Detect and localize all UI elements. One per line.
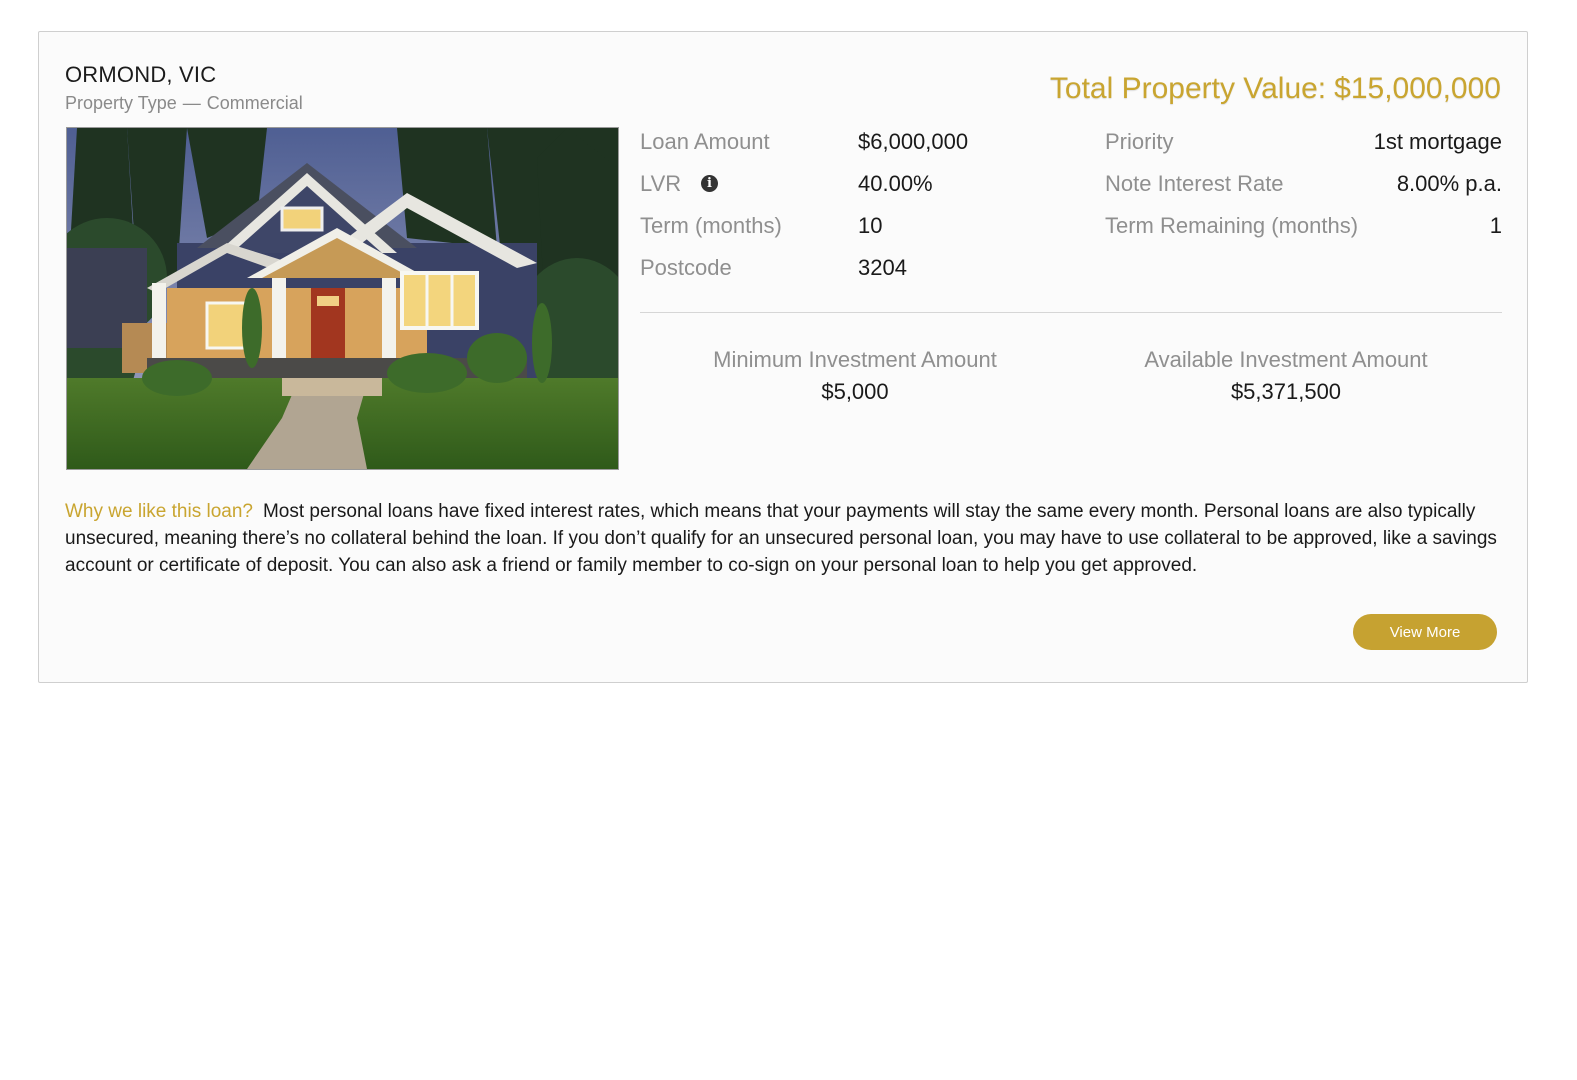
property-type-value: Commercial [206,93,303,113]
stat-label: Term Remaining (months) [1105,213,1359,238]
available-investment-label: Available Investment Amount [1144,347,1428,372]
why-we-like-text: Most personal loans have fixed interest … [65,501,1497,576]
property-type-dash: — [182,93,201,113]
stat-label: Priority [1105,129,1174,154]
property-type: Property Type — Commercial [65,93,303,114]
total-property-value-amount: $15,000,000 [1334,72,1501,105]
stat-interest-rate: Note Interest Rate 8.00% p.a. [1105,169,1502,211]
stat-label: Term (months) [640,213,782,238]
minimum-investment-value: $5,000 [821,379,889,404]
loan-listing-card: ORMOND, VIC Property Type — Commercial Tot… [38,31,1528,683]
minimum-investment-label: Minimum Investment Amount [713,347,997,372]
stat-value: 1st mortgage [1373,129,1502,154]
stat-value: $6,000,000 [858,129,969,154]
property-photo [66,127,619,470]
stat-term-remaining: Term Remaining (months) 1 [1105,211,1502,253]
view-more-button[interactable]: View More [1353,614,1497,650]
available-investment: Available Investment Amount $5,371,500 [1070,344,1502,408]
property-type-label: Property Type [65,93,177,113]
stat-value: 1 [1489,213,1502,238]
minimum-investment: Minimum Investment Amount $5,000 [640,344,1070,408]
stat-label: LVR [640,171,682,196]
stat-value: 10 [858,213,883,238]
stat-priority: Priority 1st mortgage [1105,127,1502,169]
stat-label: Note Interest Rate [1105,171,1284,196]
available-investment-value: $5,371,500 [1230,379,1342,404]
total-property-value: Total Property Value: $15,000,000 [1050,72,1501,106]
why-we-like-heading: Why we like this loan? [65,501,253,522]
stat-label: Loan Amount [640,129,770,154]
stat-value: 8.00% p.a. [1396,171,1502,196]
total-property-value-label: Total Property Value: [1049,72,1327,105]
info-icon[interactable]: i [701,175,718,192]
property-location: ORMOND, VIC [65,62,217,87]
why-we-like-section: Why we like this loan? Most personal loan… [65,498,1505,579]
stat-value: 3204 [858,255,907,280]
stats-divider [640,312,1502,313]
stat-value: 40.00% [858,171,933,196]
stat-label: Postcode [640,255,732,280]
